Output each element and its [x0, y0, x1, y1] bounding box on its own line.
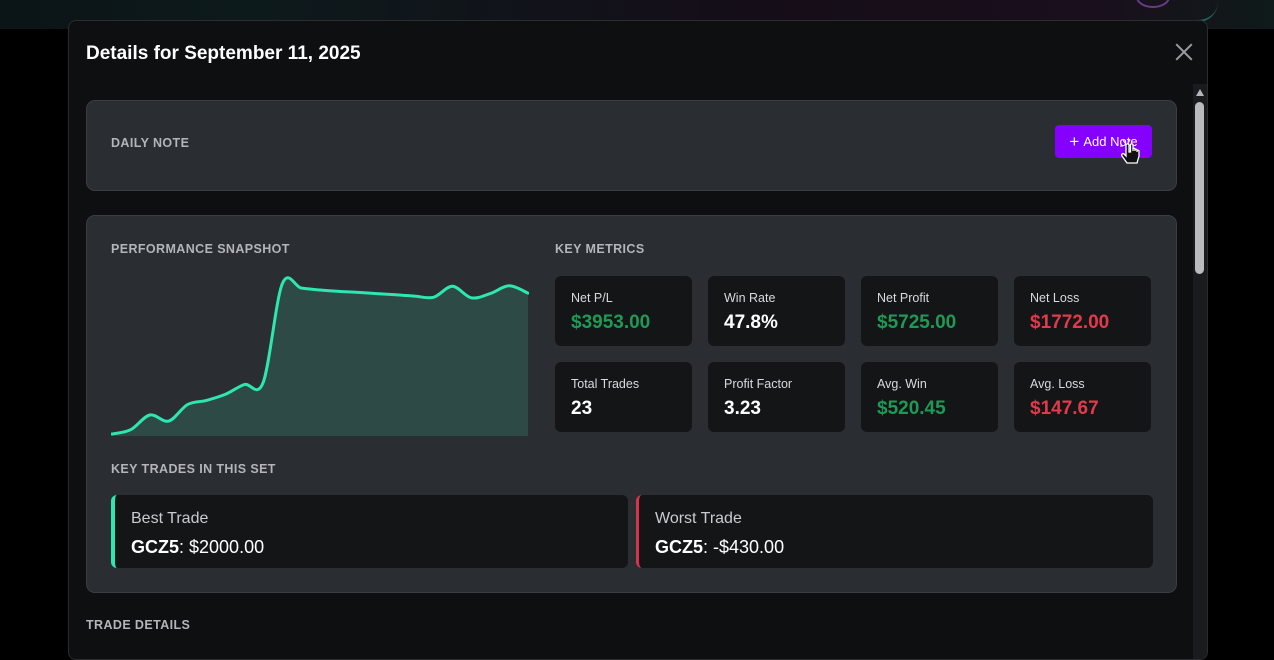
pnl-area-chart	[111, 276, 529, 436]
performance-snapshot-label: PERFORMANCE SNAPSHOT	[111, 242, 290, 256]
metric-profit-factor: Profit Factor 3.23	[708, 362, 845, 432]
performance-card: PERFORMANCE SNAPSHOT KEY METRICS Net P/L…	[86, 215, 1177, 593]
best-trade-title: Best Trade	[131, 510, 208, 528]
best-trade-amount: : $2000.00	[179, 537, 264, 557]
scroll-thumb[interactable]	[1195, 102, 1204, 274]
modal-title: Details for September 11, 2025	[86, 43, 361, 65]
worst-trade-amount: : -$430.00	[703, 537, 784, 557]
daily-note-label: DAILY NOTE	[111, 136, 189, 150]
worst-trade-value: GCZ5: -$430.00	[655, 537, 784, 558]
avatar-ring-icon	[1136, 0, 1170, 8]
worst-trade-symbol: GCZ5	[655, 537, 703, 557]
key-trades-label: KEY TRADES IN THIS SET	[111, 462, 276, 476]
metric-avg-loss: Avg. Loss $147.67	[1014, 362, 1151, 432]
metric-value: 47.8%	[724, 312, 778, 334]
best-trade-value: GCZ5: $2000.00	[131, 537, 264, 558]
metric-value: $1772.00	[1030, 312, 1109, 334]
metric-label: Net Loss	[1030, 291, 1079, 305]
scroll-up-icon[interactable]	[1196, 89, 1204, 96]
key-metrics-label: KEY METRICS	[555, 242, 645, 256]
metric-value: $520.45	[877, 398, 946, 420]
best-trade-symbol: GCZ5	[131, 537, 179, 557]
metric-value: $147.67	[1030, 398, 1099, 420]
metric-win-rate: Win Rate 47.8%	[708, 276, 845, 346]
metric-value: $5725.00	[877, 312, 956, 334]
plus-icon: +	[1069, 133, 1079, 150]
metric-label: Net Profit	[877, 291, 929, 305]
modal-scrollbar[interactable]	[1193, 84, 1207, 660]
metric-label: Profit Factor	[724, 377, 792, 391]
metric-label: Win Rate	[724, 291, 775, 305]
metric-label: Avg. Win	[877, 377, 927, 391]
metric-net-profit: Net Profit $5725.00	[861, 276, 998, 346]
metric-label: Net P/L	[571, 291, 613, 305]
pnl-area-fill	[112, 278, 528, 436]
metric-label: Avg. Loss	[1030, 377, 1085, 391]
pointer-hand-icon	[1117, 137, 1147, 167]
metric-total-trades: Total Trades 23	[555, 362, 692, 432]
metric-net-pl: Net P/L $3953.00	[555, 276, 692, 346]
close-icon[interactable]	[1173, 41, 1195, 63]
metric-value: $3953.00	[571, 312, 650, 334]
metric-label: Total Trades	[571, 377, 639, 391]
worst-trade-title: Worst Trade	[655, 510, 742, 528]
metric-value: 23	[571, 398, 592, 420]
metric-net-loss: Net Loss $1772.00	[1014, 276, 1151, 346]
trade-details-label: TRADE DETAILS	[86, 618, 190, 632]
decorative-arc-icon	[1188, 0, 1218, 22]
daily-note-card: DAILY NOTE + Add Note	[86, 100, 1177, 191]
best-trade-card[interactable]: Best Trade GCZ5: $2000.00	[111, 495, 628, 568]
metric-value: 3.23	[724, 398, 761, 420]
day-details-modal: Details for September 11, 2025 DAILY NOT…	[68, 20, 1208, 660]
worst-trade-card[interactable]: Worst Trade GCZ5: -$430.00	[636, 495, 1153, 568]
metric-avg-win: Avg. Win $520.45	[861, 362, 998, 432]
